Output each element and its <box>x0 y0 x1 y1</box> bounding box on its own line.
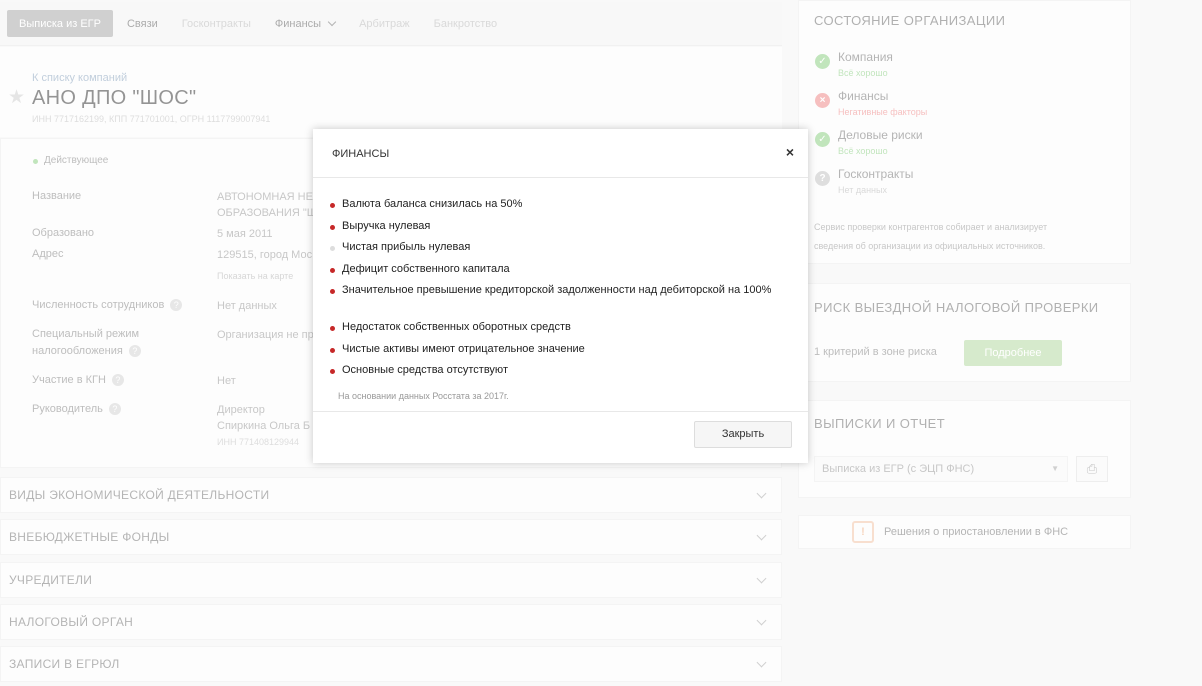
data-source-note: На основании данных Росстата за 2017г. <box>338 391 509 401</box>
close-icon[interactable]: × <box>786 144 794 160</box>
modal-divider <box>313 411 808 412</box>
finance-modal: ФИНАНСЫ × Валюта баланса снизилась на 50… <box>313 129 808 463</box>
close-button[interactable]: Закрыть <box>694 421 792 448</box>
bullet-icon <box>330 203 335 208</box>
finance-factor-item: Выручка нулевая <box>342 220 431 232</box>
bullet-icon <box>330 369 335 374</box>
modal-divider <box>313 177 808 178</box>
finance-factor-item: Чистая прибыль нулевая <box>342 241 471 253</box>
finance-factor-item: Валюта баланса снизилась на 50% <box>342 198 523 210</box>
finance-factor-item: Дефицит собственного капитала <box>342 263 510 275</box>
finance-factor-item: Значительное превышение кредиторской зад… <box>342 284 772 296</box>
finance-factor-item: Основные средства отсутствуют <box>342 364 508 376</box>
modal-title: ФИНАНСЫ <box>332 148 390 160</box>
bullet-icon <box>330 348 335 353</box>
bullet-icon <box>330 268 335 273</box>
bullet-icon <box>330 225 335 230</box>
bullet-icon <box>330 246 335 251</box>
finance-factor-item: Чистые активы имеют отрицательное значен… <box>342 343 585 355</box>
finance-factor-item: Недостаток собственных оборотных средств <box>342 321 571 333</box>
bullet-icon <box>330 326 335 331</box>
bullet-icon <box>330 289 335 294</box>
